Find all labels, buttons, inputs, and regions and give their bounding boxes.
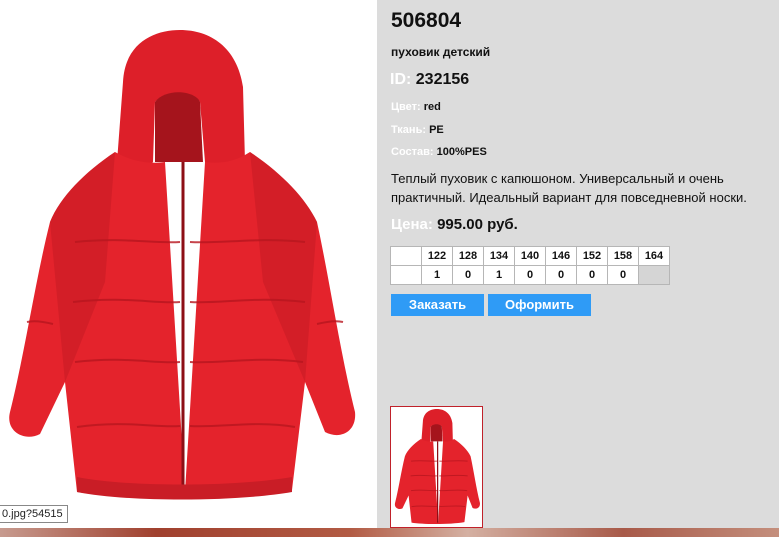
size-header-cell: 134 (483, 246, 515, 266)
product-name: пуховик детский (391, 45, 491, 59)
status-url-tooltip: 0.jpg?54515 (0, 505, 68, 523)
size-header-cell: 152 (576, 246, 608, 266)
product-id: ID: 232156 (390, 71, 469, 89)
product-description: Теплый пуховик с капюшоном. Универсальны… (391, 171, 747, 205)
price-value: 995.00 руб. (437, 216, 518, 233)
composition-label: Состав: (391, 146, 434, 158)
size-quantity-table: 122 128 134 140 146 152 158 164 1 0 1 0 … (390, 246, 670, 285)
product-image-area: 0.jpg?54515 (0, 0, 377, 537)
size-header-cell: 122 (421, 246, 453, 266)
main-product-image[interactable] (5, 22, 360, 518)
size-header-cell: 128 (452, 246, 484, 266)
quantity-cell[interactable]: 0 (514, 265, 546, 285)
size-header-row: 122 128 134 140 146 152 158 164 (390, 246, 670, 266)
color-value: red (423, 101, 441, 113)
quantity-cell-unavailable (638, 265, 670, 285)
attribute-composition: Состав: 100%PES (391, 146, 487, 158)
page-footer-strip (0, 528, 779, 537)
quantity-cell[interactable]: 1 (421, 265, 453, 285)
product-article: 506804 (391, 9, 462, 32)
color-label: Цвет: (391, 101, 421, 113)
size-header-cell: 146 (545, 246, 577, 266)
product-price: Цена: 995.00 руб. (391, 216, 518, 233)
size-header-cell: 140 (514, 246, 546, 266)
quantity-cell[interactable] (390, 265, 422, 285)
product-thumbnail[interactable] (390, 406, 483, 528)
quantity-cell[interactable]: 0 (576, 265, 608, 285)
checkout-button[interactable]: Оформить (488, 294, 591, 316)
quantity-cell[interactable]: 0 (452, 265, 484, 285)
product-id-label: ID: (390, 71, 412, 88)
size-quantity-row: 1 0 1 0 0 0 0 (390, 265, 670, 285)
size-header-cell (390, 246, 422, 266)
size-header-cell: 158 (607, 246, 639, 266)
attribute-color: Цвет: red (391, 101, 441, 113)
quantity-cell[interactable]: 1 (483, 265, 515, 285)
quantity-cell[interactable]: 0 (545, 265, 577, 285)
size-header-cell: 164 (638, 246, 670, 266)
fabric-value: PE (429, 124, 444, 136)
composition-value: 100%PES (436, 146, 487, 158)
quantity-cell[interactable]: 0 (607, 265, 639, 285)
order-button[interactable]: Заказать (391, 294, 484, 316)
price-label: Цена: (391, 216, 433, 233)
product-id-value: 232156 (415, 71, 470, 88)
attribute-fabric: Ткань: PE (391, 124, 444, 136)
thumbnail-image (394, 408, 480, 525)
fabric-label: Ткань: (391, 124, 426, 136)
